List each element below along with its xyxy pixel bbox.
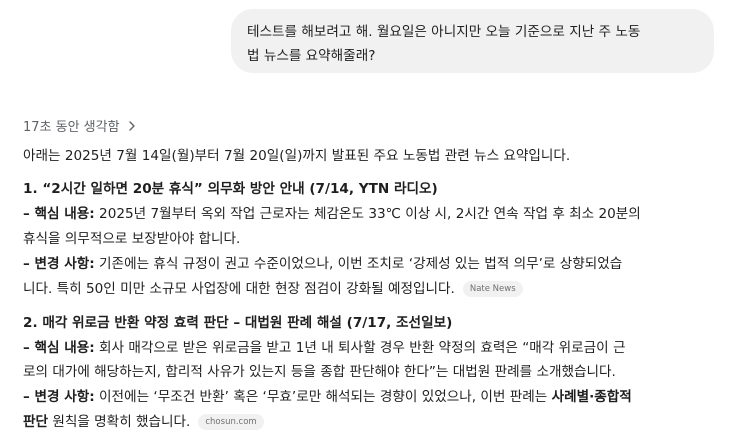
change-emphasis: 사례별·종합적 xyxy=(551,389,632,405)
chat-view: 테스트를 해보려고 해. 월요일은 아니지만 오늘 기준으로 지난 주 노동 법… xyxy=(0,0,750,447)
thought-label: 17초 동안 생각함 xyxy=(23,120,120,135)
core-content-line: – 핵심 내용: 2025년 7월부터 옥외 작업 근로자는 체감온도 33℃ … xyxy=(23,203,641,225)
change-text: 이전에는 ‘무조건 반환’ 혹은 ‘무효’로만 해석되는 경향이 있었으나, 이… xyxy=(94,389,552,405)
change-line: – 변경 사항: 기존에는 휴식 규정이 권고 수준이었으나, 이번 조치로 ‘… xyxy=(23,253,622,275)
answer-intro: 아래는 2025년 7월 14일(월)부터 7월 20일(일)까지 발표된 주요… xyxy=(23,148,571,164)
change-text: 원칙을 명확히 했습니다. xyxy=(48,414,191,430)
change-text: 니다. 특히 50인 미만 소규모 사업장에 대한 현장 점검이 강화될 예정입… xyxy=(23,281,455,297)
change-line: 니다. 특히 50인 미만 소규모 사업장에 대한 현장 점검이 강화될 예정입… xyxy=(23,278,523,300)
news-heading-text: 2. 매각 위로금 반환 약정 효력 판단 – 대법원 판례 해설 (7/17,… xyxy=(23,315,453,331)
change-emphasis: 판단 xyxy=(23,414,49,430)
core-content-label: – 핵심 내용: xyxy=(23,206,95,222)
thought-toggle[interactable]: 17초 동안 생각함 xyxy=(23,116,138,135)
source-chip[interactable]: chosun.com xyxy=(198,414,264,430)
change-line: – 변경 사항: 이전에는 ‘무조건 반환’ 혹은 ‘무효’로만 해석되는 경향… xyxy=(23,386,632,408)
news-heading-text: 1. “2시간 일하면 20분 휴식” 의무화 방안 안내 (7/14, YTN… xyxy=(23,181,438,197)
news-heading: 1. “2시간 일하면 20분 휴식” 의무화 방안 안내 (7/14, YTN… xyxy=(23,178,438,200)
core-content-line: 로의 대가에 해당하는지, 합리적 사유가 있는지 등을 종합 판단해야 한다”… xyxy=(23,364,616,380)
news-heading: 2. 매각 위로금 반환 약정 효력 판단 – 대법원 판례 해설 (7/17,… xyxy=(23,312,452,334)
user-message-line: 법 뉴스를 요약해줄래? xyxy=(247,48,376,64)
user-message-bubble: 테스트를 해보려고 해. 월요일은 아니지만 오늘 기준으로 지난 주 노동 법… xyxy=(231,9,714,73)
user-message-line: 테스트를 해보려고 해. 월요일은 아니지만 오늘 기준으로 지난 주 노동 xyxy=(247,24,641,40)
core-content-text: 2025년 7월부터 옥외 작업 근로자는 체감온도 33℃ 이상 시, 2시간… xyxy=(94,206,641,222)
core-content-text: 회사 매각으로 받은 위로금을 받고 1년 내 퇴사할 경우 반환 약정의 효력… xyxy=(94,340,626,356)
core-content-line: – 핵심 내용: 회사 매각으로 받은 위로금을 받고 1년 내 퇴사할 경우 … xyxy=(23,337,625,359)
change-text: 기존에는 휴식 규정이 권고 수준이었으나, 이번 조치로 ‘강제성 있는 법적… xyxy=(94,256,623,272)
core-content-line: 휴식을 의무적으로 보장받아야 합니다. xyxy=(23,231,241,247)
core-content-label: – 핵심 내용: xyxy=(23,340,95,356)
change-line: 판단 원칙을 명확히 했습니다. chosun.com xyxy=(23,411,264,433)
change-label: – 변경 사항: xyxy=(23,389,95,405)
source-chip[interactable]: Nate News xyxy=(462,281,523,297)
chevron-right-icon xyxy=(128,120,135,131)
change-label: – 변경 사항: xyxy=(23,256,95,272)
